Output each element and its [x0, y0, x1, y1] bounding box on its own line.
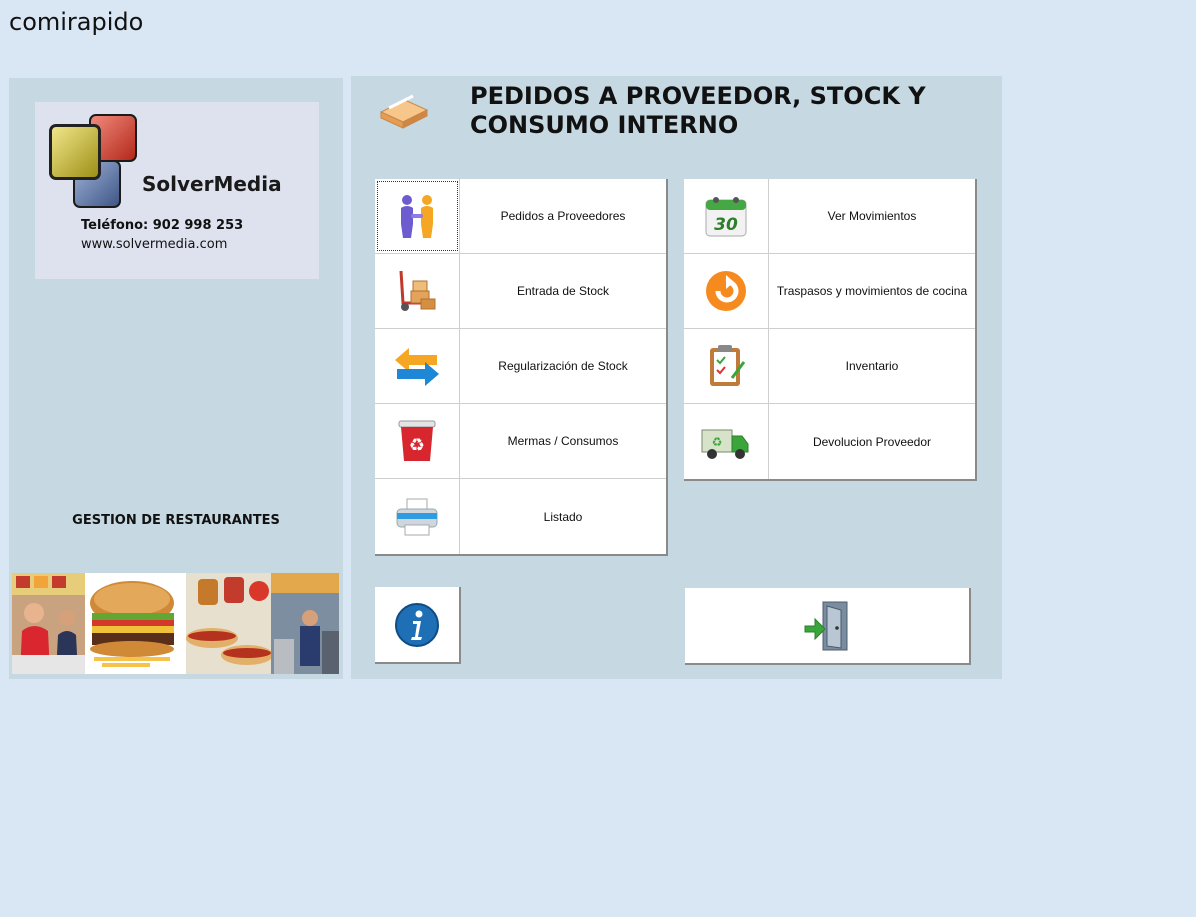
app-title: comirapido: [9, 8, 144, 36]
solvermedia-logo: [47, 112, 141, 212]
menu-label: Listado: [543, 509, 583, 524]
menu-label: Traspasos y movimientos de cocina: [776, 284, 968, 298]
svg-text:♻: ♻: [409, 435, 425, 456]
info-icon: [395, 602, 439, 647]
menu-label: Regularización de Stock: [498, 359, 628, 373]
brand-panel: SolverMedia Teléfono: 902 998 253 www.so…: [9, 78, 343, 679]
info-button[interactable]: [375, 587, 461, 664]
left-menu: Pedidos a Proveedores Entrada de Stock R…: [375, 179, 668, 556]
regularizacion-stock-button[interactable]: Regularización de Stock: [375, 329, 666, 404]
brand-name: SolverMedia: [142, 172, 282, 196]
menu-label: Pedidos a Proveedores: [500, 209, 626, 223]
devolucion-proveedor-button[interactable]: ♻ Devolucion Proveedor: [684, 404, 975, 479]
refresh-icon: [684, 254, 769, 328]
tagline: GESTION DE RESTAURANTES: [72, 513, 280, 528]
mermas-consumos-button[interactable]: ♻ Mermas / Consumos: [375, 404, 666, 479]
entrada-stock-button[interactable]: Entrada de Stock: [375, 254, 666, 329]
box-icon: [375, 88, 435, 134]
traspasos-cocina-button[interactable]: Traspasos y movimientos de cocina: [684, 254, 975, 329]
menu-label: Mermas / Consumos: [507, 434, 619, 448]
svg-text:♻: ♻: [712, 435, 723, 449]
printer-icon: [375, 479, 460, 554]
logo-card: SolverMedia Teléfono: 902 998 253 www.so…: [35, 102, 319, 279]
right-menu: 30 Ver Movimientos Traspasos y movimient…: [684, 179, 977, 481]
people-icon: [375, 179, 460, 253]
menu-label: Ver Movimientos: [827, 209, 917, 223]
clipboard-icon: [684, 329, 769, 403]
menu-label: Inventario: [845, 359, 899, 373]
pedidos-proveedores-button[interactable]: Pedidos a Proveedores: [375, 179, 666, 254]
main-panel: PEDIDOS A PROVEEDOR, STOCK Y CONSUMO INT…: [351, 76, 1002, 679]
recycle-bin-icon: ♻: [375, 404, 460, 478]
exit-door-icon: [804, 601, 848, 650]
restaurant-photo-strip: [12, 573, 339, 674]
menu-label: Devolucion Proveedor: [812, 434, 932, 449]
ver-movimientos-button[interactable]: 30 Ver Movimientos: [684, 179, 975, 254]
page-title: PEDIDOS A PROVEEDOR, STOCK Y CONSUMO INT…: [470, 82, 926, 139]
website-url: www.solvermedia.com: [81, 237, 228, 252]
svg-text:30: 30: [714, 215, 738, 235]
inventario-button[interactable]: Inventario: [684, 329, 975, 404]
menu-label: Entrada de Stock: [516, 284, 610, 298]
phone-number: Teléfono: 902 998 253: [81, 218, 244, 233]
truck-icon: ♻: [684, 404, 769, 479]
exit-button[interactable]: [685, 588, 971, 665]
calendar-icon: 30: [684, 179, 769, 253]
listado-button[interactable]: Listado: [375, 479, 666, 554]
swap-arrows-icon: [375, 329, 460, 403]
hand-truck-icon: [375, 254, 460, 328]
